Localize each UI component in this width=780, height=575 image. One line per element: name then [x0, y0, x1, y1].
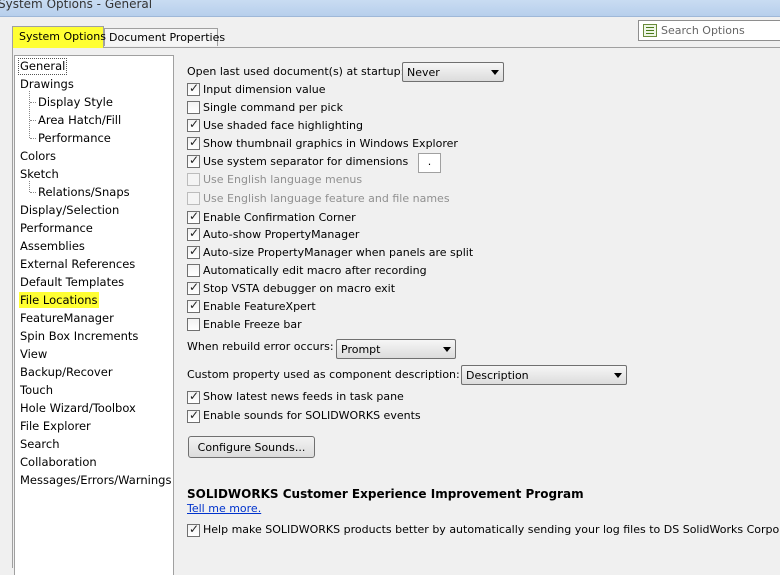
tree-item[interactable]: File Locations: [19, 292, 99, 308]
option-checkbox[interactable]: [187, 280, 200, 295]
option-checkbox-label[interactable]: Input dimension value: [203, 82, 326, 98]
tree-item[interactable]: Messages/Errors/Warnings: [19, 472, 172, 488]
tree-guide-line: [29, 181, 31, 192]
custom-prop-dropdown[interactable]: Description: [461, 365, 627, 385]
chevron-down-icon: [614, 373, 622, 378]
option-checkbox[interactable]: [187, 264, 200, 277]
search-options-box[interactable]: [638, 20, 780, 41]
open-last-label: Open last used document(s) at startup:: [187, 65, 405, 78]
custom-prop-value: Description: [466, 369, 529, 382]
tree-item[interactable]: File Explorer: [19, 418, 92, 434]
tree-item[interactable]: Touch: [19, 382, 54, 398]
tree-item[interactable]: Performance: [19, 220, 94, 236]
option-checkbox-label[interactable]: Stop VSTA debugger on macro exit: [203, 281, 395, 297]
option-checkbox[interactable]: [187, 318, 200, 331]
custom-prop-label: Custom property used as component descri…: [187, 368, 460, 381]
ceip-checkbox[interactable]: [187, 522, 200, 537]
chevron-down-icon: [443, 347, 451, 352]
ceip-heading: SOLIDWORKS Customer Experience Improveme…: [187, 487, 584, 501]
rebuild-error-dropdown[interactable]: Prompt: [336, 339, 456, 359]
tree-item[interactable]: Sketch: [19, 166, 60, 182]
tree-item[interactable]: External References: [19, 256, 136, 272]
search-input[interactable]: [661, 23, 780, 38]
option-checkbox[interactable]: [187, 153, 200, 168]
option-checkbox-label[interactable]: Show thumbnail graphics in Windows Explo…: [203, 136, 458, 152]
tree-guide-tick: [30, 102, 36, 103]
option-checkbox: [187, 192, 200, 205]
options-tree[interactable]: General Drawings Display Style Area Hatch/F…: [14, 55, 174, 575]
option-checkbox[interactable]: [187, 81, 200, 96]
tree-item[interactable]: Collaboration: [19, 454, 98, 470]
option-checkbox-label[interactable]: Use shaded face highlighting: [203, 118, 363, 134]
option-checkbox-label: Use English language feature and file na…: [203, 192, 450, 205]
tree-item[interactable]: Area Hatch/Fill: [37, 112, 122, 128]
tree-item[interactable]: General: [18, 58, 68, 75]
tree-item[interactable]: Performance: [37, 130, 112, 146]
option-checkbox[interactable]: [187, 117, 200, 132]
tree-guide-tick: [30, 120, 36, 121]
rebuild-error-label: When rebuild error occurs:: [187, 340, 334, 353]
rebuild-error-value: Prompt: [341, 343, 381, 356]
option-checkbox-label[interactable]: Auto-size PropertyManager when panels ar…: [203, 245, 473, 261]
configure-sounds-button[interactable]: Configure Sounds...: [188, 436, 315, 458]
tree-guide-line: [29, 91, 31, 138]
tree-item[interactable]: Default Templates: [19, 274, 125, 290]
option-checkbox[interactable]: [187, 244, 200, 259]
option-checkbox-label[interactable]: Show latest news feeds in task pane: [203, 389, 404, 405]
tree-item[interactable]: View: [19, 346, 48, 362]
ceip-checkbox-label[interactable]: Help make SOLIDWORKS products better by …: [203, 522, 780, 538]
tab-document-properties[interactable]: Document Properties: [104, 28, 225, 46]
tree-item[interactable]: Assemblies: [19, 238, 86, 254]
tree-item[interactable]: Hole Wizard/Toolbox: [19, 400, 137, 416]
chevron-down-icon: [491, 70, 499, 75]
option-checkbox: [187, 173, 200, 186]
tree-item[interactable]: Display/Selection: [19, 202, 120, 218]
tree-item[interactable]: Colors: [19, 148, 57, 164]
option-checkbox[interactable]: [187, 209, 200, 224]
tell-me-more-link[interactable]: Tell me more.: [187, 502, 261, 515]
open-last-value: Never: [407, 66, 440, 79]
option-checkbox[interactable]: [187, 389, 200, 404]
window-title: System Options - General: [0, 0, 153, 11]
tree-item[interactable]: Display Style: [37, 94, 114, 110]
search-options-icon[interactable]: [643, 24, 657, 37]
tree-guide-tick: [30, 192, 36, 193]
separator-input[interactable]: .: [418, 153, 441, 173]
open-last-dropdown[interactable]: Never: [402, 62, 504, 82]
option-checkbox[interactable]: [187, 135, 200, 150]
tree-guide-tick: [30, 138, 36, 139]
option-checkbox-label[interactable]: Single command per pick: [203, 100, 343, 116]
option-checkbox-label[interactable]: Enable sounds for SOLIDWORKS events: [203, 408, 421, 424]
tree-item[interactable]: Relations/Snaps: [37, 184, 131, 200]
option-checkbox-label[interactable]: Use system separator for dimensions: [203, 154, 408, 170]
option-checkbox-label[interactable]: Enable Confirmation Corner: [203, 210, 356, 226]
tree-item[interactable]: Spin Box Increments: [19, 328, 139, 344]
option-checkbox-label: Use English language menus: [203, 173, 363, 186]
tree-item[interactable]: Backup/Recover: [19, 364, 114, 380]
option-checkbox-label[interactable]: Enable FeatureXpert: [203, 299, 316, 315]
tree-item[interactable]: FeatureManager: [19, 310, 115, 326]
option-checkbox[interactable]: [187, 226, 200, 241]
option-checkbox[interactable]: [187, 101, 200, 114]
option-checkbox[interactable]: [187, 298, 200, 313]
option-checkbox-label[interactable]: Automatically edit macro after recording: [203, 263, 427, 279]
option-checkbox-label[interactable]: Auto-show PropertyManager: [203, 227, 359, 243]
tree-item[interactable]: Search: [19, 436, 61, 452]
title-bar: System Options - General: [0, 0, 780, 17]
tree-item[interactable]: Drawings: [19, 76, 75, 92]
option-checkbox[interactable]: [187, 408, 200, 423]
option-checkbox-label[interactable]: Enable Freeze bar: [203, 317, 302, 333]
tab-system-options[interactable]: System Options: [12, 26, 106, 48]
